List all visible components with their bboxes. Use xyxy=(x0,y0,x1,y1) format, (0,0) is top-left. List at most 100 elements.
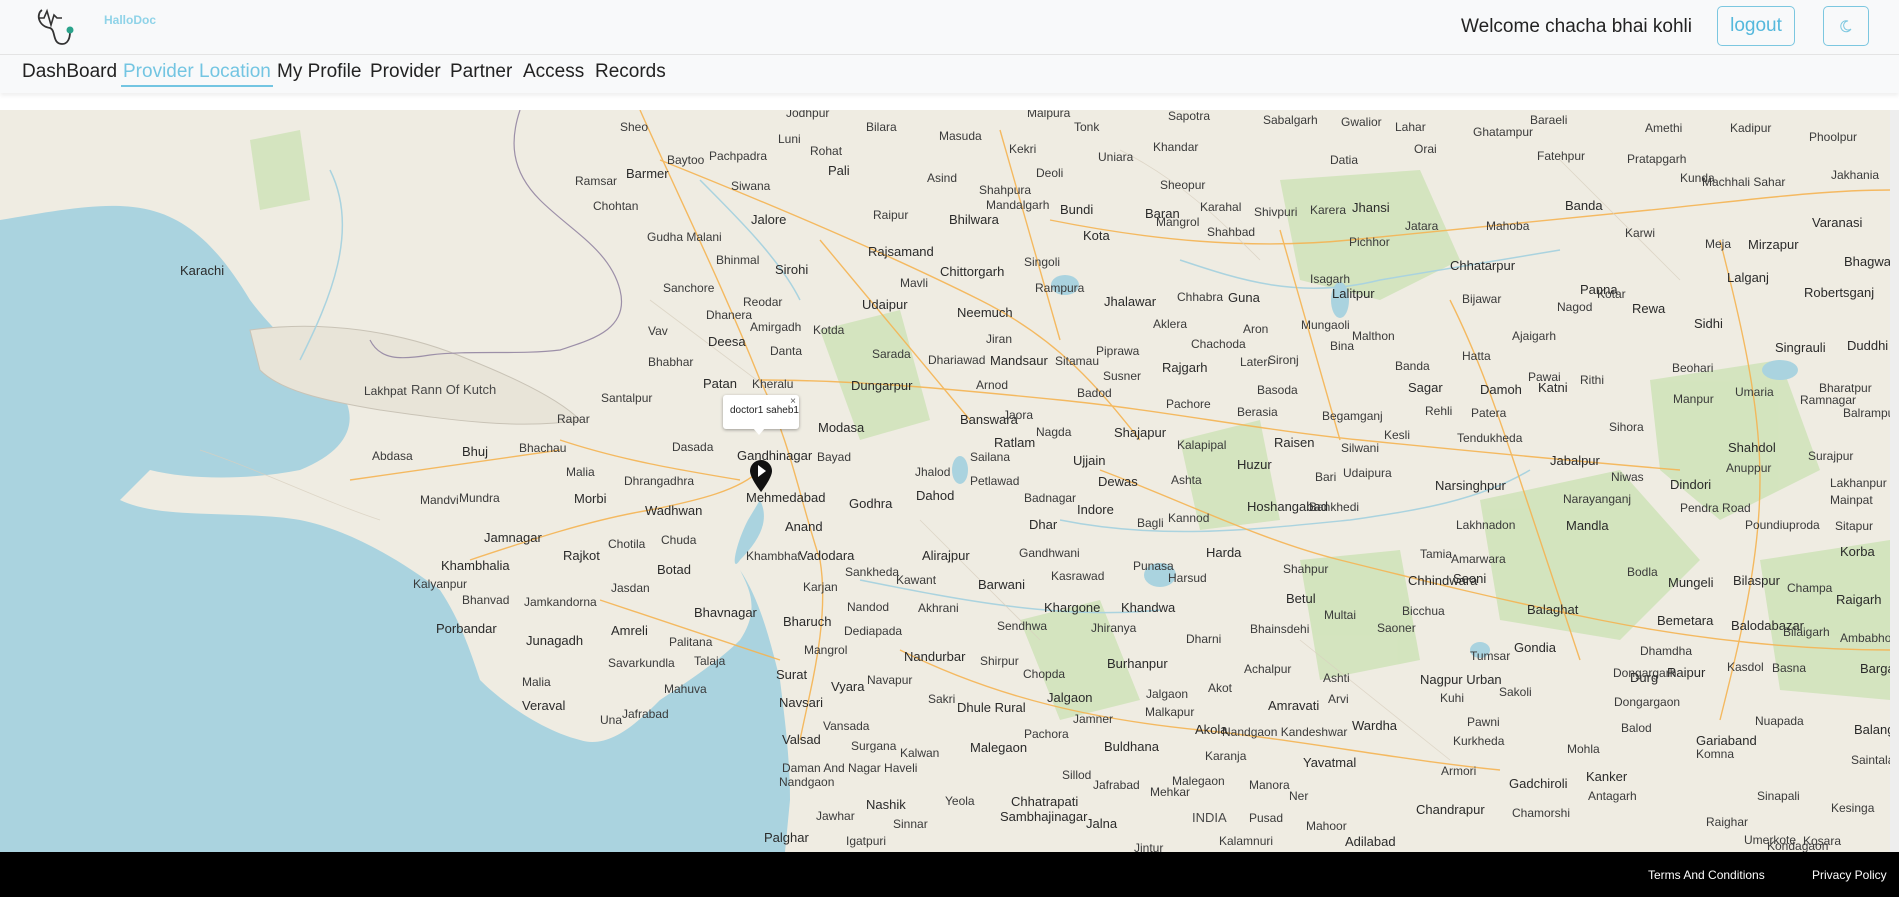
place-label: Jalore xyxy=(751,212,786,227)
place-label: Khambhalia xyxy=(441,558,510,573)
place-label: Bhinmal xyxy=(716,253,759,267)
place-label: Sidhi xyxy=(1694,316,1723,331)
map-canvas[interactable]: Jodhpur Malpura Tonk Sapotra Sabalgarh G… xyxy=(0,110,1899,852)
place-label: Khandwa xyxy=(1121,600,1176,615)
place-label: Jatara xyxy=(1405,219,1439,233)
place-label: Gwalior xyxy=(1341,115,1382,129)
place-label: Mangrol xyxy=(804,643,847,657)
place-label: Sitapur xyxy=(1835,519,1873,533)
place-label: Shajapur xyxy=(1114,425,1167,440)
place-label: Chhatarpur xyxy=(1450,258,1516,273)
nav-item-records[interactable]: Records xyxy=(593,61,668,83)
place-label: Baytoo xyxy=(667,153,705,167)
place-label: Dhamdha xyxy=(1640,644,1692,658)
place-label: Shahbad xyxy=(1207,225,1255,239)
place-label: Lakhanpur xyxy=(1830,476,1887,490)
place-label: Bilaspur xyxy=(1733,573,1781,588)
place-label: Jalgaon xyxy=(1047,690,1093,705)
page-scrollbar[interactable] xyxy=(1890,110,1899,852)
place-label: Shahpura xyxy=(979,183,1031,197)
place-label: Sirohi xyxy=(775,262,808,277)
place-label: Surajpur xyxy=(1808,449,1853,463)
nav-item-partner[interactable]: Partner xyxy=(448,61,514,83)
place-label: Jamnagar xyxy=(484,530,542,545)
nav-item-dashboard[interactable]: DashBoard xyxy=(20,61,119,83)
place-label: Karahal xyxy=(1200,200,1241,214)
place-label: Sheopur xyxy=(1160,178,1205,192)
stethoscope-icon xyxy=(37,8,74,45)
place-label: Karachi xyxy=(180,263,224,278)
place-label: Jalgaon xyxy=(1146,687,1188,701)
place-label: Amarwara xyxy=(1451,552,1506,566)
place-label: Ashti xyxy=(1323,671,1350,685)
place-label: Sheo xyxy=(620,120,648,134)
place-label: Nagda xyxy=(1036,425,1072,439)
place-label: Ramsar xyxy=(575,174,617,188)
place-label: Antagarh xyxy=(1588,789,1637,803)
terms-link[interactable]: Terms And Conditions xyxy=(1648,868,1765,882)
place-label: Dediapada xyxy=(844,624,902,638)
place-label: Balod xyxy=(1621,721,1652,735)
place-label: Siwana xyxy=(731,179,771,193)
place-label: Bhabhar xyxy=(648,355,693,369)
place-label: Jintur xyxy=(1134,841,1163,852)
place-label: Shahdol xyxy=(1728,440,1776,455)
logout-button[interactable]: logout xyxy=(1717,6,1795,46)
place-label: Orai xyxy=(1414,142,1437,156)
nav-item-access[interactable]: Access xyxy=(521,61,586,83)
provider-map[interactable]: Jodhpur Malpura Tonk Sapotra Sabalgarh G… xyxy=(0,110,1899,852)
place-label: Rohat xyxy=(810,144,843,158)
place-label: Narsinghpur xyxy=(1435,478,1506,493)
place-label: Duddhi xyxy=(1847,338,1888,353)
place-label: Mainpat xyxy=(1830,493,1873,507)
place-label: INDIA xyxy=(1192,810,1227,825)
place-label: Sinnar xyxy=(893,817,928,831)
place-label: Bhainsdehi xyxy=(1250,622,1309,636)
place-label: Balaghat xyxy=(1527,602,1579,617)
place-label: Pali xyxy=(828,163,850,178)
place-label: Jamkandorna xyxy=(524,595,597,609)
place-label: Jakhania xyxy=(1831,168,1879,182)
place-label: Mavli xyxy=(900,276,928,290)
place-label: Komna xyxy=(1696,747,1734,761)
nav-item-provider[interactable]: Provider xyxy=(368,61,443,83)
place-label: Arnod xyxy=(976,378,1008,392)
app-footer: Terms And Conditions Privacy Policy xyxy=(0,852,1899,897)
place-label: Kuhi xyxy=(1440,691,1464,705)
place-label: Mohla xyxy=(1567,742,1600,756)
place-label: Jodhpur xyxy=(786,110,829,120)
place-label: Chamorshi xyxy=(1512,806,1570,820)
place-label: Bicchua xyxy=(1402,604,1445,618)
place-label: Sakoli xyxy=(1499,685,1532,699)
place-label: Gandhwani xyxy=(1019,546,1080,560)
place-label: Malpura xyxy=(1027,110,1071,120)
place-label: Patan xyxy=(703,376,737,391)
place-label: Varanasi xyxy=(1812,215,1862,230)
place-label: Harda xyxy=(1206,545,1242,560)
place-label: Khambhat xyxy=(746,549,801,563)
place-label: Nandurbar xyxy=(904,649,966,664)
popup-close-button[interactable]: × xyxy=(790,396,796,407)
place-label: Sambhajinagar xyxy=(1000,809,1088,824)
place-label: Huzur xyxy=(1237,457,1272,472)
place-label: Junagadh xyxy=(526,633,583,648)
place-label: Saoner xyxy=(1377,621,1416,635)
hallodoc-logo[interactable]: HalloDoc xyxy=(34,4,156,50)
privacy-link[interactable]: Privacy Policy xyxy=(1812,868,1887,882)
place-label: Vadodara xyxy=(799,548,855,563)
place-label: Phoolpur xyxy=(1809,130,1857,144)
provider-marker[interactable] xyxy=(748,459,774,493)
place-label: Nandgaon Kandeshwar xyxy=(1222,725,1347,739)
theme-toggle-button[interactable] xyxy=(1823,6,1869,46)
place-label: Jalna xyxy=(1086,816,1118,831)
place-label: Sinapali xyxy=(1757,789,1800,803)
place-label: Bankhedi xyxy=(1309,500,1359,514)
nav-item-provider-location[interactable]: Provider Location xyxy=(121,61,273,87)
place-label: Saintala xyxy=(1851,753,1895,767)
place-label: Malkapur xyxy=(1145,705,1194,719)
nav-item-my-profile[interactable]: My Profile xyxy=(275,61,363,83)
place-label: Kalwan xyxy=(900,746,939,760)
place-label: Burhanpur xyxy=(1107,656,1168,671)
place-label: Sendhwa xyxy=(997,619,1047,633)
place-label: Ghatampur xyxy=(1473,125,1533,139)
